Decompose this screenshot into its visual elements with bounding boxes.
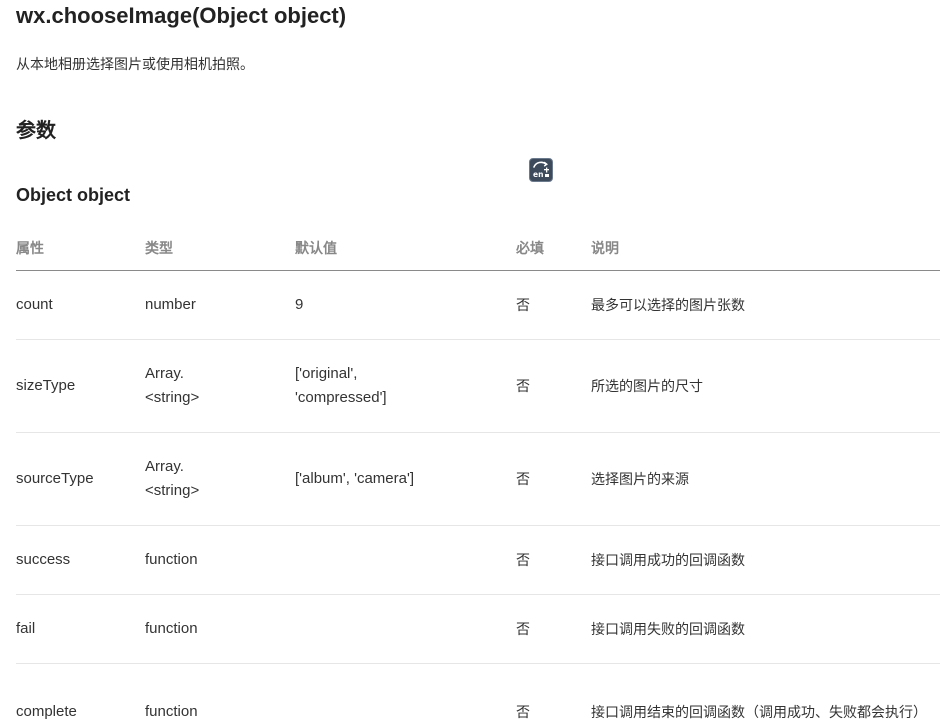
cell-required: 否 — [516, 594, 591, 664]
table-row: fail function 否 接口调用失败的回调函数 — [16, 594, 940, 664]
translate-button[interactable]: en — [529, 158, 553, 182]
table-row: sourceType Array.<string> ['album', 'cam… — [16, 432, 940, 526]
cell-default-text: ['album', 'camera'] — [295, 470, 414, 487]
section-heading-params: 参数 — [16, 120, 56, 142]
cell-description-text: 所选的图片的尺寸 — [591, 378, 703, 394]
cell-name: complete — [16, 703, 77, 720]
svg-text:en: en — [533, 170, 543, 179]
table-row: sizeType Array.<string> ['original', 'co… — [16, 339, 940, 433]
cell-default — [295, 594, 516, 664]
column-header-default: 默认值 — [295, 226, 516, 271]
cell-description: 接口调用结束的回调函数（调用成功、失败都会执行） — [591, 664, 940, 728]
cell-type: function — [145, 664, 295, 728]
cell-type-text: function — [145, 620, 198, 637]
cell-type-text: number — [145, 296, 196, 313]
page-title: wx.chooseImage(Object object) — [16, 3, 347, 28]
cell-name: success — [16, 525, 145, 595]
column-header-description: 说明 — [591, 226, 940, 271]
cell-description: 选择图片的来源 — [591, 432, 940, 526]
translate-icon: en — [533, 161, 549, 179]
cell-type: number — [145, 270, 295, 340]
cell-name: fail — [16, 594, 145, 664]
table-header-row: 属性 类型 默认值 必填 说明 — [16, 226, 940, 271]
column-header-required: 必填 — [516, 226, 591, 271]
cell-description-text: 接口调用失败的回调函数 — [591, 621, 745, 637]
column-header-type: 类型 — [145, 226, 295, 271]
cell-description-text: 最多可以选择的图片张数 — [591, 297, 745, 313]
cell-type-text: Array.<string> — [145, 365, 200, 406]
cell-required: 否 — [516, 525, 591, 595]
cell-default — [295, 664, 516, 728]
column-header-property: 属性 — [16, 226, 145, 271]
api-description: 从本地相册选择图片或使用相机拍照。 — [16, 56, 254, 72]
params-table: 属性 类型 默认值 必填 说明 count number 9 否 最多可以选择的… — [16, 226, 940, 728]
cell-default: 9 — [295, 270, 516, 340]
cell-description: 最多可以选择的图片张数 — [591, 270, 940, 340]
cell-description-text: 接口调用成功的回调函数 — [591, 552, 745, 568]
cell-default-text: 9 — [295, 296, 304, 313]
cell-type: Array.<string> — [145, 432, 295, 526]
cell-name: count — [16, 270, 145, 340]
cell-default: ['original', 'compressed'] — [295, 339, 516, 433]
cell-default: ['album', 'camera'] — [295, 432, 516, 526]
cell-description: 所选的图片的尺寸 — [591, 339, 940, 433]
cell-required: 否 — [516, 704, 530, 720]
cell-description-text: 接口调用结束的回调函数（调用成功、失败都会执行） — [591, 704, 927, 720]
cell-description-text: 选择图片的来源 — [591, 471, 689, 487]
cell-type-text: Array.<string> — [145, 458, 200, 499]
cell-name: sizeType — [16, 339, 145, 433]
cell-required: 否 — [516, 270, 591, 340]
table-row: success function 否 接口调用成功的回调函数 — [16, 525, 940, 595]
cell-required: 否 — [516, 432, 591, 526]
cell-type-text: function — [145, 703, 198, 720]
cell-description: 接口调用成功的回调函数 — [591, 525, 940, 595]
cell-default — [295, 525, 516, 595]
section-heading-object: Object object — [16, 185, 131, 205]
cell-description: 接口调用失败的回调函数 — [591, 594, 940, 664]
cell-required: 否 — [516, 339, 591, 433]
cell-name: sourceType — [16, 432, 145, 526]
cell-type: function — [145, 525, 295, 595]
cell-type: function — [145, 594, 295, 664]
cell-type: Array.<string> — [145, 339, 295, 433]
table-row: count number 9 否 最多可以选择的图片张数 — [16, 270, 940, 340]
table-row: complete function 否 接口调用结束的回调函数（调用成功、失败都… — [16, 664, 940, 728]
cell-type-text: function — [145, 551, 198, 568]
cell-default-text: ['original', 'compressed'] — [295, 365, 387, 406]
